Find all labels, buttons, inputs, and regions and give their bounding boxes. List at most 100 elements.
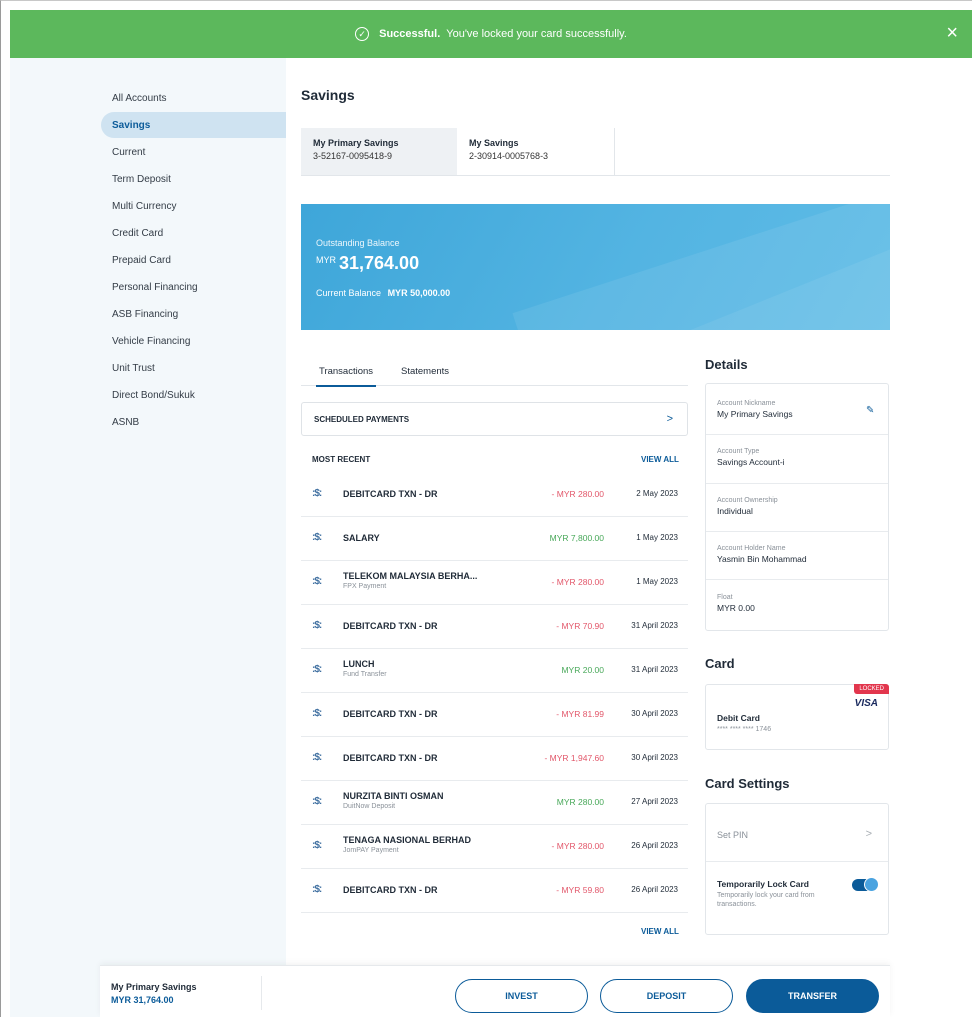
- sidebar-item-vehicle-financing[interactable]: Vehicle Financing: [101, 328, 288, 354]
- transaction-name: DEBITCARD TXN - DR: [343, 753, 438, 763]
- account-tab-name: My Savings: [469, 138, 519, 148]
- sidebar-item-direct-bond-sukuk[interactable]: Direct Bond/Sukuk: [101, 382, 288, 408]
- detail-value: Individual: [717, 506, 753, 516]
- outstanding-balance-value: 31,764.00: [339, 253, 420, 273]
- account-tab-number: 2-30914-0005768-3: [469, 151, 549, 161]
- transaction-row[interactable]: :$: TELEKOM MALAYSIA BERHA... FPX Payment -…: [301, 561, 688, 605]
- sidebar-item-personal-financing[interactable]: Personal Financing: [101, 274, 288, 300]
- sidebar-item-current[interactable]: Current: [101, 139, 288, 165]
- detail-float: Float MYR 0.00: [706, 594, 888, 613]
- details-title: Details: [705, 357, 748, 372]
- transaction-subtitle: Fund Transfer: [343, 671, 387, 678]
- sidebar-item-asb-financing[interactable]: ASB Financing: [101, 301, 288, 327]
- transaction-row[interactable]: :$: DEBITCARD TXN - DR - MYR 81.99 30 April…: [301, 693, 688, 737]
- transaction-row[interactable]: :$: DEBITCARD TXN - DR - MYR 1,947.60 30 Ap…: [301, 737, 688, 781]
- transaction-amount: - MYR 81.99: [556, 709, 604, 719]
- transaction-row[interactable]: :$: NURZITA BINTI OSMAN DuitNow Deposit MYR…: [301, 781, 688, 825]
- detail-label: Float: [717, 594, 733, 601]
- transaction-row[interactable]: :$: SALARY MYR 7,800.00 1 May 2023: [301, 517, 688, 561]
- detail-account-holder-name: Account Holder Name Yasmin Bin Mohammad: [706, 545, 888, 564]
- transaction-name: DEBITCARD TXN - DR: [343, 885, 438, 895]
- transaction-icon: :$:: [312, 664, 322, 675]
- transfer-button[interactable]: TRANSFER: [746, 979, 879, 1013]
- view-all-link-top[interactable]: VIEW ALL: [641, 455, 679, 464]
- debit-card[interactable]: LOCKED VISA Debit Card **** **** **** 17…: [705, 684, 889, 750]
- scheduled-payments-label: SCHEDULED PAYMENTS: [314, 414, 410, 424]
- transaction-amount: MYR 20.00: [561, 665, 604, 675]
- banner-message: You've locked your card successfully.: [446, 28, 627, 40]
- detail-label: Account Ownership: [717, 497, 778, 504]
- transaction-name: SALARY: [343, 533, 380, 543]
- deposit-button[interactable]: DEPOSIT: [600, 979, 733, 1013]
- transaction-date: 27 April 2023: [631, 797, 678, 806]
- transaction-icon: :$:: [312, 708, 322, 719]
- sidebar-item-credit-card[interactable]: Credit Card: [101, 220, 288, 246]
- transaction-name: NURZITA BINTI OSMAN: [343, 791, 444, 801]
- transaction-row[interactable]: :$: DEBITCARD TXN - DR - MYR 70.90 31 April…: [301, 605, 688, 649]
- transaction-row[interactable]: :$: DEBITCARD TXN - DR - MYR 59.80 26 April…: [301, 869, 688, 913]
- sidebar-item-unit-trust[interactable]: Unit Trust: [101, 355, 288, 381]
- view-all-link-bottom[interactable]: VIEW ALL: [641, 927, 679, 936]
- visa-logo: VISA: [854, 698, 878, 709]
- detail-label: Account Type: [717, 448, 760, 455]
- transaction-tabs: Transactions Statements: [301, 358, 688, 387]
- transaction-row[interactable]: :$: DEBITCARD TXN - DR - MYR 280.00 2 May 2…: [301, 473, 688, 517]
- transaction-name: DEBITCARD TXN - DR: [343, 489, 438, 499]
- set-pin-row[interactable]: Set PIN >: [706, 804, 888, 861]
- banner-title: Successful.: [379, 28, 441, 40]
- transaction-icon: :$:: [312, 488, 322, 499]
- transaction-amount: MYR 280.00: [556, 797, 604, 807]
- detail-value: MYR 0.00: [717, 603, 755, 613]
- transaction-date: 1 May 2023: [636, 533, 678, 542]
- scheduled-payments-button[interactable]: SCHEDULED PAYMENTS >: [301, 402, 688, 436]
- sidebar-item-prepaid-card[interactable]: Prepaid Card: [101, 247, 288, 273]
- divider: [706, 434, 888, 435]
- outstanding-balance-label: Outstanding Balance: [316, 238, 400, 248]
- transaction-name: DEBITCARD TXN - DR: [343, 709, 438, 719]
- tab-statements[interactable]: Statements: [401, 366, 449, 385]
- check-circle-icon: ✓: [355, 27, 370, 41]
- transaction-row[interactable]: :$: LUNCH Fund Transfer MYR 20.00 31 April 2…: [301, 649, 688, 693]
- card-settings-panel: Set PIN > Temporarily Lock Card Temporar…: [705, 803, 889, 935]
- transaction-name: TENAGA NASIONAL BERHAD: [343, 835, 472, 845]
- transaction-amount: - MYR 70.90: [556, 621, 604, 631]
- sidebar-item-asnb[interactable]: ASNB: [101, 409, 288, 435]
- success-banner: ✓ Successful. You've locked your card su…: [10, 10, 972, 58]
- sidebar-item-multi-currency[interactable]: Multi Currency: [101, 193, 288, 219]
- tab-transactions[interactable]: Transactions: [316, 366, 377, 387]
- card-settings-title: Card Settings: [705, 776, 790, 791]
- transaction-row[interactable]: :$: TENAGA NASIONAL BERHAD JomPAY Payment -…: [301, 825, 688, 869]
- main-content: Savings My Primary Savings 3-52167-00954…: [286, 58, 972, 1017]
- transaction-icon: :$:: [312, 576, 322, 587]
- outstanding-balance: MYR 31,764.00: [316, 253, 419, 274]
- detail-value: Yasmin Bin Mohammad: [717, 554, 807, 564]
- detail-account-nickname: Account Nickname My Primary Savings: [706, 400, 888, 419]
- page-title: Savings: [301, 87, 355, 103]
- sidebar-item-savings[interactable]: Savings: [101, 112, 288, 138]
- edit-pencil-icon[interactable]: ✎: [866, 405, 874, 416]
- transaction-amount: MYR 7,800.00: [549, 533, 604, 543]
- account-tab-name: My Primary Savings: [313, 138, 399, 148]
- lock-card-toggle[interactable]: [852, 877, 879, 892]
- detail-value: My Primary Savings: [717, 409, 793, 419]
- lock-card-description: Temporarily lock your card from transact…: [717, 892, 815, 908]
- divider: [261, 976, 262, 1010]
- transaction-date: 1 May 2023: [636, 577, 678, 586]
- invest-button[interactable]: INVEST: [455, 979, 588, 1013]
- bottom-action-bar: My Primary Savings MYR 31,764.00 INVEST …: [100, 965, 890, 1017]
- sidebar-item-term-deposit[interactable]: Term Deposit: [101, 166, 288, 192]
- transaction-subtitle: JomPAY Payment: [343, 847, 399, 854]
- transaction-date: 31 April 2023: [631, 665, 678, 674]
- detail-account-type: Account Type Savings Account-i: [706, 448, 888, 467]
- account-tabs: My Primary Savings 3-52167-0095418-9 My …: [301, 128, 890, 176]
- sidebar: All Accounts Savings Current Term Deposit Mu…: [10, 58, 288, 1017]
- account-tab-primary-savings[interactable]: My Primary Savings 3-52167-0095418-9: [301, 128, 457, 175]
- locked-badge: LOCKED: [854, 684, 889, 694]
- transaction-amount: - MYR 280.00: [551, 489, 604, 499]
- account-tab-my-savings[interactable]: My Savings 2-30914-0005768-3: [457, 128, 615, 175]
- divider: [706, 531, 888, 532]
- sidebar-item-all-accounts[interactable]: All Accounts: [101, 85, 288, 111]
- transaction-date: 2 May 2023: [636, 489, 678, 498]
- close-icon[interactable]: ×: [946, 23, 958, 43]
- detail-label: Account Holder Name: [717, 545, 786, 552]
